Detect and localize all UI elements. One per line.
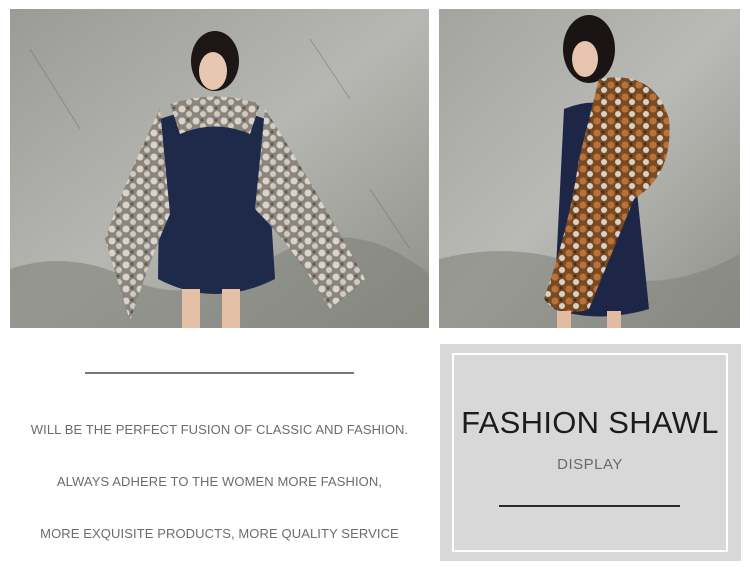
title-panel: FASHION SHAWL DISPLAY bbox=[440, 344, 741, 561]
title-panel-frame: FASHION SHAWL DISPLAY bbox=[452, 353, 728, 552]
panel-title: FASHION SHAWL bbox=[461, 405, 719, 440]
tagline-line-3: MORE EXQUISITE PRODUCTS, MORE QUALITY SE… bbox=[40, 526, 399, 541]
panel-subtitle: DISPLAY bbox=[557, 456, 623, 473]
product-photo-left bbox=[10, 9, 429, 328]
tagline-line-1: WILL BE THE PERFECT FUSION OF CLASSIC AN… bbox=[30, 422, 409, 437]
panel-divider bbox=[499, 505, 680, 507]
photo-left-illustration bbox=[10, 9, 429, 328]
tagline-line-2: ALWAYS ADHERE TO THE WOMEN MORE FASHION, bbox=[56, 474, 383, 489]
product-photo-right bbox=[439, 9, 740, 328]
divider-rule bbox=[85, 372, 354, 374]
photo-right-illustration bbox=[439, 9, 740, 328]
